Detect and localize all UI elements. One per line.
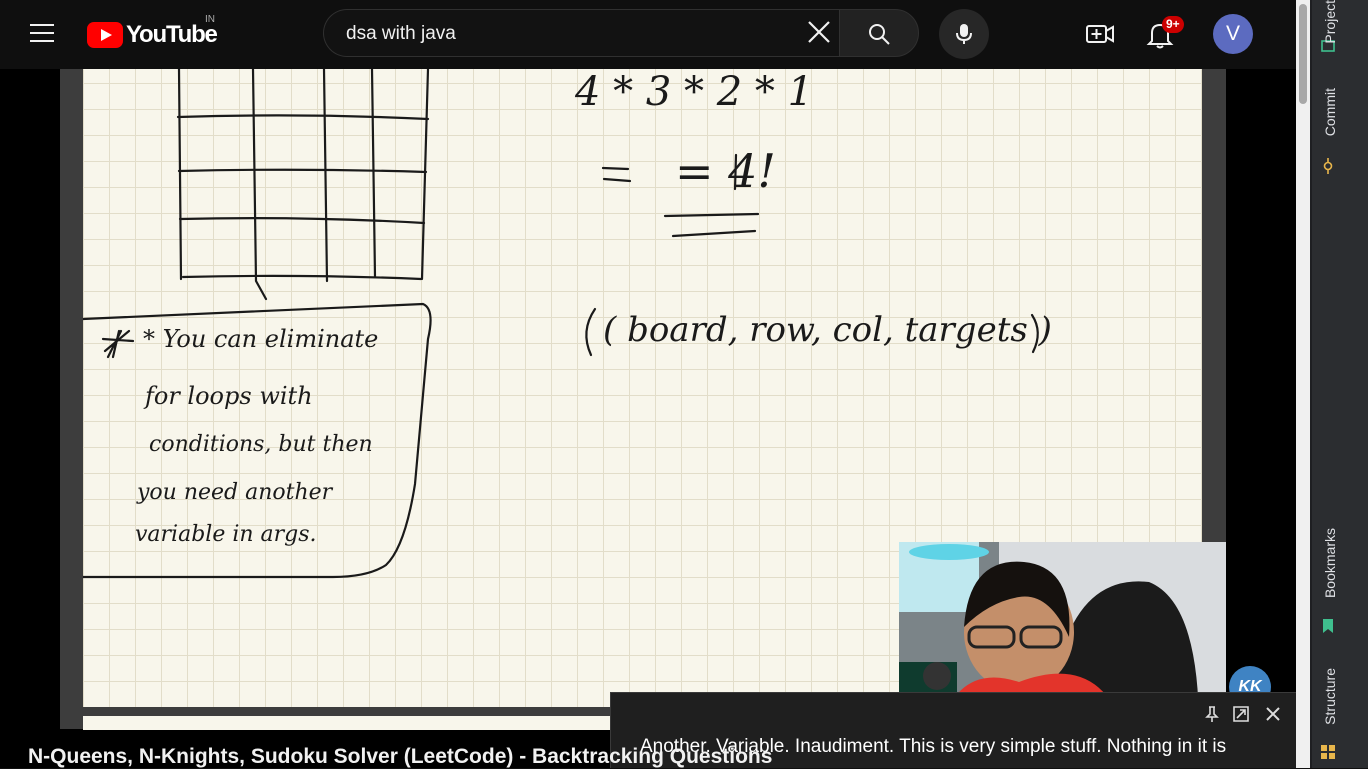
scrollbar-thumb[interactable] [1299,4,1307,104]
clear-search-icon[interactable] [807,20,831,44]
ide-side-panel: Project Commit Bookmarks Structure [1310,0,1368,768]
ide-tab-project[interactable]: Project [1322,0,1338,44]
search-icon [869,24,890,45]
page-scrollbar[interactable] [1296,0,1310,768]
structure-icon[interactable] [1320,744,1336,760]
microphone-icon [956,24,972,44]
video-title: N-Queens, N-Knights, Sudoku Solver (Leet… [28,745,773,768]
wb-note-line5: variable in args. [135,522,317,547]
wb-line2: = 4! [675,144,776,198]
ide-tab-bookmarks[interactable]: Bookmarks [1322,528,1338,598]
youtube-logo[interactable]: YouTube IN [87,14,218,50]
whiteboard-drawing: 4 * 3 * 2 * 1 = 4! ( board, row, col, ta… [83,69,1052,579]
menu-icon[interactable] [24,14,60,54]
wb-note-line3: conditions, but then [149,432,373,457]
account-avatar[interactable]: V [1213,14,1253,54]
search-input[interactable] [344,10,788,58]
close-caption-icon[interactable] [1264,705,1282,723]
commit-icon[interactable] [1320,158,1336,174]
wb-note-line2: for loops with [143,382,313,410]
top-bar: YouTube IN 9+ V [0,0,1296,69]
wb-params: ( board, row, col, targets ) [603,310,1052,350]
star-mark [101,329,135,359]
voice-search-button[interactable] [939,9,989,59]
create-video-icon[interactable] [1084,18,1116,50]
ide-tab-structure[interactable]: Structure [1322,668,1338,725]
wb-line1: 4 * 3 * 2 * 1 [574,69,813,115]
youtube-play-icon [87,22,123,48]
search-button[interactable] [839,9,919,57]
expand-icon[interactable] [1232,705,1250,723]
ide-divider [1310,0,1312,768]
search-box [323,9,839,58]
bookmark-icon[interactable] [1320,618,1336,634]
notification-count-badge: 9+ [1162,16,1184,33]
logo-wordmark: YouTube [126,21,218,48]
wb-note-line1: * You can eliminate [143,325,378,353]
pin-icon[interactable] [1203,705,1221,723]
board-grid-sketch [176,69,430,301]
wb-note-line4: you need another [136,480,334,505]
region-code: IN [205,14,215,25]
ide-tab-commit[interactable]: Commit [1322,88,1338,136]
